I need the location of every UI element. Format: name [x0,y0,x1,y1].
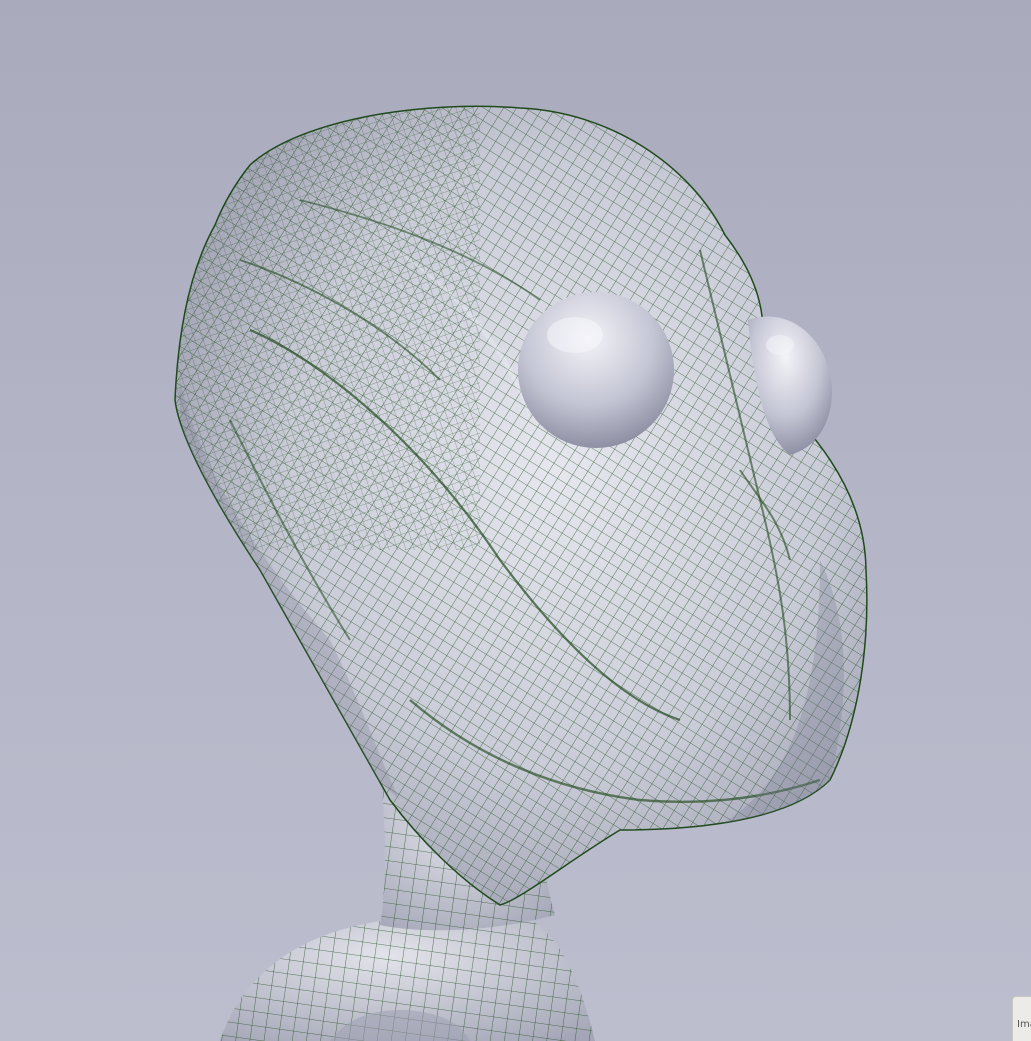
3d-viewport[interactable]: Ima [0,0,1031,1041]
body-mesh [220,910,595,1041]
left-eye [518,292,674,448]
image-status-chip[interactable]: Ima [1012,996,1031,1041]
status-chip-label: Ima [1017,1019,1031,1030]
viewport-canvas[interactable] [0,0,1031,1041]
head-mesh [174,105,868,906]
